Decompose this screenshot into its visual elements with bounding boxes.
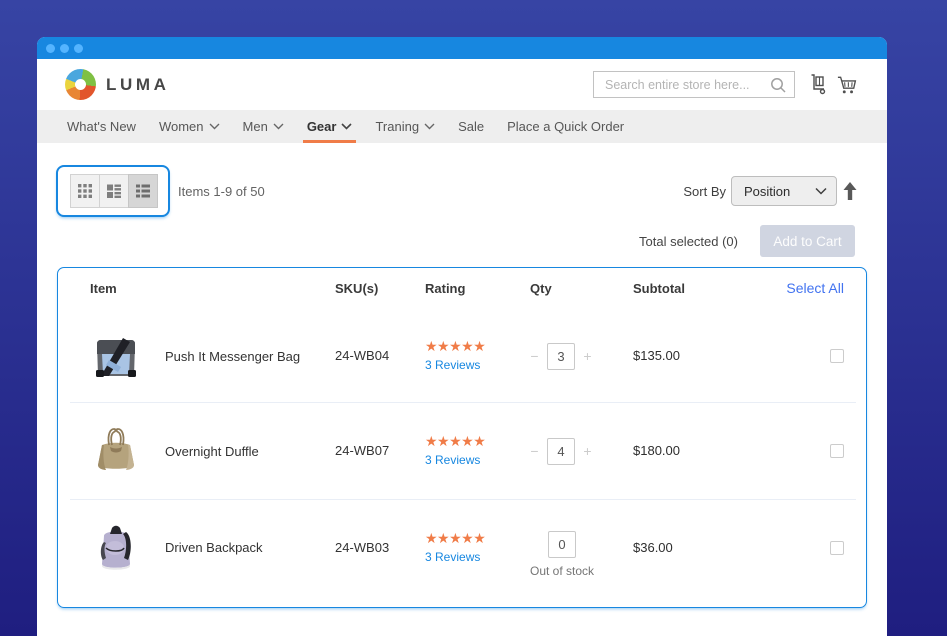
sort-direction-ascending-button[interactable] — [843, 182, 857, 200]
row-subtotal: $36.00 — [633, 540, 673, 555]
quick-order-icon[interactable] — [810, 74, 826, 95]
items-table: Item SKU(s) Rating Qty Subtotal Select A… — [57, 267, 867, 608]
chevron-down-icon — [273, 123, 284, 130]
row-checkbox[interactable] — [830, 541, 844, 555]
product-name[interactable]: Push It Messenger Bag — [165, 349, 300, 364]
nav-women[interactable]: Women — [155, 110, 224, 143]
col-header-rating: Rating — [425, 281, 530, 296]
reviews-link[interactable]: 3 Reviews — [425, 358, 480, 372]
product-image-duffle — [90, 425, 142, 477]
cart-action-bar: Total selected (0) Add to Cart — [37, 217, 887, 257]
search-box — [593, 71, 795, 98]
grid-view-icon — [77, 183, 93, 199]
chevron-down-icon — [341, 123, 352, 130]
nav-traning[interactable]: Traning — [371, 110, 439, 143]
nav-men[interactable]: Men — [239, 110, 288, 143]
star-rating: ★★★★★ — [425, 433, 530, 450]
qty-increase-button[interactable]: + — [583, 443, 592, 459]
chevron-down-icon — [424, 123, 435, 130]
window-dot-2[interactable] — [60, 44, 69, 53]
product-name[interactable]: Driven Backpack — [165, 540, 263, 555]
chevron-down-icon — [209, 123, 220, 130]
out-of-stock-label: Out of stock — [530, 564, 594, 578]
star-rating: ★★★★★ — [425, 530, 530, 547]
browser-window: LUMA What's New Women Men Gear Traning S… — [37, 37, 887, 636]
window-titlebar — [37, 37, 887, 59]
nav-place-quick-order[interactable]: Place a Quick Order — [503, 110, 628, 143]
qty-increase-button[interactable]: + — [583, 348, 592, 364]
search-icon[interactable] — [769, 76, 787, 94]
add-to-cart-button[interactable]: Add to Cart — [760, 225, 855, 257]
luma-logo-icon — [65, 69, 96, 100]
table-header-row: Item SKU(s) Rating Qty Subtotal Select A… — [58, 268, 866, 310]
nav-gear[interactable]: Gear — [303, 110, 357, 143]
row-checkbox[interactable] — [830, 444, 844, 458]
cart-icon[interactable] — [837, 75, 857, 95]
col-header-subtotal: Subtotal — [633, 281, 786, 296]
product-sku: 24-WB04 — [335, 348, 389, 363]
nav-sale[interactable]: Sale — [454, 110, 488, 143]
product-image-backpack — [90, 522, 142, 574]
qty-input[interactable]: 0 — [548, 531, 576, 558]
table-row-driven-backpack: Driven Backpack 24-WB03 ★★★★★ 3 Reviews … — [58, 500, 866, 607]
arrow-up-icon — [843, 182, 857, 200]
product-sku: 24-WB07 — [335, 443, 389, 458]
total-selected-label: Total selected (0) — [639, 234, 738, 249]
view-mode-list-button[interactable] — [99, 174, 129, 208]
star-rating: ★★★★★ — [425, 338, 530, 355]
luma-logo[interactable]: LUMA — [65, 69, 170, 100]
nav-whats-new[interactable]: What's New — [63, 110, 140, 143]
table-row-overnight-duffle: Overnight Duffle 24-WB07 ★★★★★ 3 Reviews… — [58, 403, 866, 499]
store-header: LUMA — [37, 59, 887, 110]
qty-input[interactable]: 3 — [547, 343, 575, 370]
window-dot-3[interactable] — [74, 44, 83, 53]
list-toolbar: Items 1-9 of 50 Sort By Position — [37, 143, 887, 217]
view-mode-grid-button[interactable] — [70, 174, 100, 208]
row-checkbox[interactable] — [830, 349, 844, 363]
row-subtotal: $180.00 — [633, 443, 680, 458]
product-image-messenger-bag — [90, 330, 142, 382]
items-count: Items 1-9 of 50 — [178, 184, 265, 199]
main-nav: What's New Women Men Gear Traning Sale P… — [37, 110, 887, 143]
sort-by-label: Sort By — [683, 184, 726, 199]
col-header-qty: Qty — [530, 281, 633, 296]
qty-input[interactable]: 4 — [547, 438, 575, 465]
detailed-list-view-icon — [135, 183, 151, 199]
search-input[interactable] — [605, 78, 769, 92]
chevron-down-icon — [815, 187, 827, 195]
col-header-sku: SKU(s) — [335, 281, 425, 296]
reviews-link[interactable]: 3 Reviews — [425, 453, 480, 467]
table-row-push-it-messenger-bag: Push It Messenger Bag 24-WB04 ★★★★★ 3 Re… — [58, 310, 866, 402]
product-name[interactable]: Overnight Duffle — [165, 444, 259, 459]
col-header-item: Item — [90, 281, 335, 296]
luma-logo-text: LUMA — [106, 75, 170, 95]
window-dot-1[interactable] — [46, 44, 55, 53]
list-view-icon — [106, 183, 122, 199]
sort-by-select[interactable]: Position — [731, 176, 837, 206]
select-all-link[interactable]: Select All — [786, 280, 844, 296]
view-mode-switcher — [56, 165, 170, 217]
qty-decrease-button[interactable]: − — [530, 348, 539, 364]
view-mode-detailed-list-button[interactable] — [128, 174, 158, 208]
reviews-link[interactable]: 3 Reviews — [425, 550, 480, 564]
product-sku: 24-WB03 — [335, 540, 389, 555]
qty-decrease-button[interactable]: − — [530, 443, 539, 459]
row-subtotal: $135.00 — [633, 348, 680, 363]
